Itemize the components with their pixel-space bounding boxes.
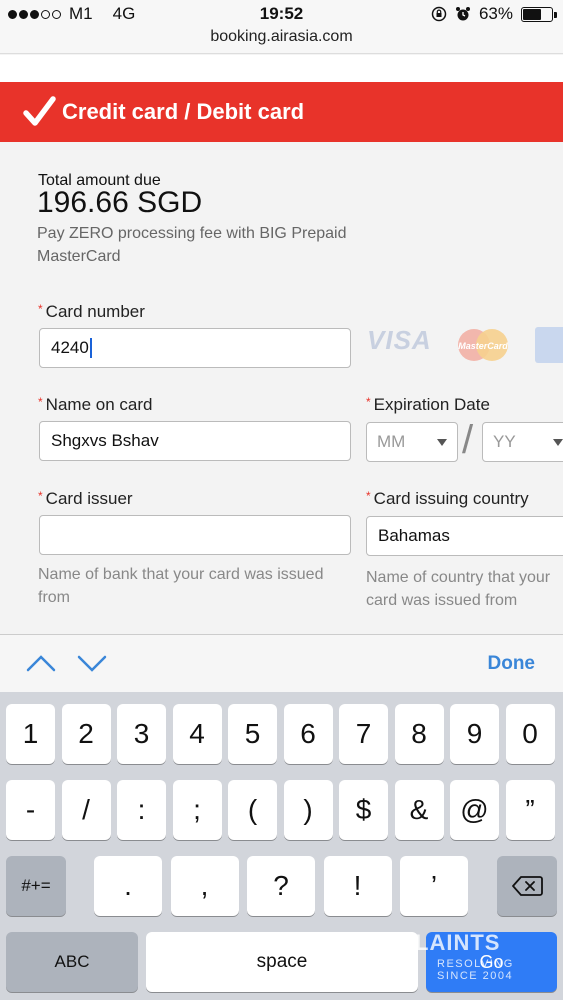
country-value: Bahamas	[378, 526, 450, 545]
expiry-year-select[interactable]: YY	[482, 422, 563, 462]
key-punct-2[interactable]: ?	[247, 856, 315, 916]
chevron-down-icon	[437, 438, 447, 446]
key-symbol-0[interactable]: -	[6, 780, 55, 840]
key-0[interactable]: 1	[6, 704, 55, 764]
key-symbol-7[interactable]: &	[394, 780, 444, 840]
key-symbol-6[interactable]: $	[339, 780, 388, 840]
key-symbol-1[interactable]: /	[61, 780, 111, 840]
promo-text: Pay ZERO processing fee with BIG Prepaid…	[37, 225, 347, 265]
country-help-text: Name of country that your card was issue…	[366, 569, 551, 609]
required-mark: *	[366, 395, 371, 409]
total-amount: 196.66 SGD	[37, 186, 203, 219]
abc-key[interactable]: ABC	[6, 932, 138, 992]
key-2[interactable]: 3	[117, 704, 166, 764]
battery-icon	[521, 6, 557, 22]
done-button[interactable]: Done	[488, 653, 536, 675]
backspace-icon	[512, 876, 543, 896]
battery-percent: 63%	[478, 4, 513, 23]
payment-form: Total amount due 196.66 SGD Pay ZERO pro…	[0, 142, 563, 634]
chevron-down-icon	[553, 438, 563, 446]
status-right: 63%	[431, 4, 557, 24]
key-9[interactable]: 0	[505, 704, 555, 764]
key-5[interactable]: 6	[283, 704, 333, 764]
name-value: Shgxvs Bshav	[51, 431, 159, 450]
key-7[interactable]: 8	[394, 704, 444, 764]
status-bar: M1 4G 19:52 63%	[0, 0, 563, 28]
card-country-label: * Card issuing country	[366, 489, 529, 509]
key-punct-1[interactable]: ,	[170, 856, 239, 916]
card-number-input[interactable]: 4240	[39, 328, 351, 368]
header-title: Credit card / Debit card	[62, 99, 305, 124]
month-placeholder: MM	[377, 432, 406, 451]
key-symbol-3[interactable]: ;	[172, 780, 222, 840]
visa-logo: VISA	[367, 325, 432, 355]
key-symbol-4[interactable]: (	[228, 780, 277, 840]
key-1[interactable]: 2	[61, 704, 111, 764]
watermark-text: LAINTS	[415, 930, 501, 955]
key-punct-3[interactable]: !	[323, 856, 392, 916]
required-mark: *	[38, 489, 43, 503]
next-field-icon[interactable]	[77, 653, 107, 673]
card-number-value: 4240	[51, 338, 89, 357]
expiry-label-text: Expiration Date	[373, 395, 490, 414]
key-symbol-9[interactable]: ”	[505, 780, 555, 840]
rotation-lock-icon	[431, 6, 447, 22]
card-country-help: Name of country that your card was issue…	[366, 566, 563, 614]
key-8[interactable]: 9	[450, 704, 499, 764]
card-issuer-input[interactable]	[39, 515, 351, 555]
expiry-separator: /	[462, 418, 474, 462]
key-punct-4[interactable]: ’	[400, 856, 468, 916]
browser-url-bar[interactable]: booking.airasia.com	[0, 28, 563, 54]
card-number-label: * Card number	[38, 302, 145, 322]
keyboard-accessory-bar: Done	[0, 634, 563, 692]
watermark-line-3: SINCE 2004	[437, 970, 514, 982]
key-punct-0[interactable]: .	[94, 856, 162, 916]
name-on-card-input[interactable]: Shgxvs Bshav	[39, 421, 351, 461]
required-mark: *	[366, 489, 371, 503]
key-6[interactable]: 7	[339, 704, 388, 764]
watermark-line-2: RESOLVING	[437, 958, 514, 970]
svg-text:MasterCard: MasterCard	[458, 341, 508, 351]
key-4[interactable]: 5	[228, 704, 277, 764]
text-caret	[89, 338, 92, 358]
key-3[interactable]: 4	[172, 704, 222, 764]
country-label-text: Card issuing country	[373, 489, 529, 508]
card-issuer-help: Name of bank that your card was issued f…	[38, 566, 324, 606]
space-key[interactable]: space	[146, 932, 418, 992]
amex-logo	[535, 327, 563, 363]
key-symbol-8[interactable]: @	[450, 780, 499, 840]
alarm-icon	[455, 7, 470, 21]
mastercard-logo: MasterCard	[458, 329, 508, 361]
card-issuer-label: * Card issuer	[38, 489, 133, 509]
card-number-label-text: Card number	[45, 302, 145, 321]
name-label-text: Name on card	[45, 395, 153, 414]
checkmark-icon	[23, 96, 56, 126]
page-top-spacer	[0, 55, 563, 82]
key-symbol-2[interactable]: :	[117, 780, 166, 840]
required-mark: *	[38, 395, 43, 409]
issuer-label-text: Card issuer	[45, 489, 133, 508]
payment-method-header[interactable]: Credit card / Debit card	[0, 82, 563, 142]
symbols-key[interactable]: #+=	[6, 856, 66, 916]
card-country-select[interactable]: Bahamas	[366, 516, 563, 556]
backspace-key[interactable]	[497, 856, 557, 916]
url-text: booking.airasia.com	[210, 28, 353, 45]
expiry-month-select[interactable]: MM	[366, 422, 458, 462]
required-mark: *	[38, 302, 43, 316]
previous-field-icon[interactable]	[26, 653, 56, 673]
watermark-subtext: RESOLVING SINCE 2004	[437, 958, 514, 982]
year-placeholder: YY	[493, 432, 516, 451]
key-symbol-5[interactable]: )	[283, 780, 333, 840]
expiration-date-label: * Expiration Date	[366, 395, 490, 415]
name-on-card-label: * Name on card	[38, 395, 152, 415]
